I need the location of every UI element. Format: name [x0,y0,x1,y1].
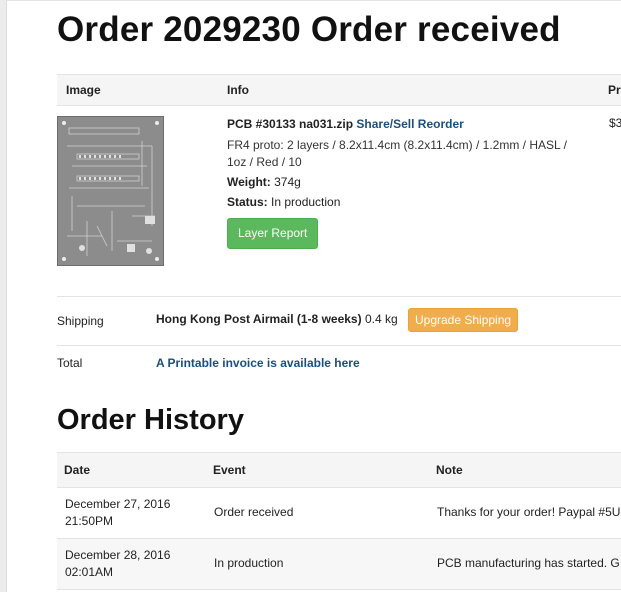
history-event: In production [214,556,284,570]
history-row: December 27, 2016 21:50PM Order received… [57,488,621,539]
history-header-date: Date [64,463,91,477]
item-info: PCB #30133 na031.zip Share/Sell Reorder … [227,116,587,249]
upgrade-shipping-button[interactable]: Upgrade Shipping [408,308,519,332]
history-date-time: 21:50PM [65,514,114,528]
shipping-method-name: Hong Kong Post Airmail (1-8 weeks) [156,312,362,326]
history-date: December 27, 2016 21:50PM [65,496,170,530]
history-date: December 28, 2016 02:01AM [65,547,170,581]
pcb-spec: FR4 proto: 2 layers / 8.2x11.4cm (8.2x11… [227,138,567,169]
share-sell-reorder-link[interactable]: Share/Sell Reorder [356,117,463,131]
header-price: Pr [608,83,621,97]
layer-report-button[interactable]: Layer Report [227,218,319,249]
order-table-header: Image Info Pr [57,74,621,106]
printable-invoice-link[interactable]: A Printable invoice is available here [156,356,360,370]
weight-value: 374g [274,175,301,189]
top-divider [6,0,621,1]
file-name: PCB #30133 na031.zip [227,117,354,131]
window-left-edge [0,0,7,592]
history-header: Date Event Note [57,452,621,488]
shipping-method: Hong Kong Post Airmail (1-8 weeks) 0.4 k… [156,312,398,326]
pcb-preview-image[interactable] [57,116,164,266]
history-date-day: December 28, 2016 [65,548,171,562]
weight-label: Weight: [227,175,271,189]
shipping-row: Shipping Hong Kong Post Airmail (1-8 wee… [57,297,621,346]
header-info: Info [227,83,249,97]
total-row: Total A Printable invoice is available h… [57,346,621,382]
total-label: Total [57,356,83,370]
history-note: PCB manufacturing has started. G [437,556,620,570]
order-history-title: Order History [57,404,244,436]
history-row: December 28, 2016 02:01AM In production … [57,539,621,590]
item-price: $3 [609,116,621,130]
order-item-row: PCB #30133 na031.zip Share/Sell Reorder … [57,106,621,297]
shipping-weight: 0.4 kg [364,312,398,326]
history-note: Thanks for your order! Paypal #5U [437,505,621,519]
history-header-note: Note [436,463,463,477]
history-date-time: 02:01AM [65,565,114,579]
history-date-day: December 27, 2016 [65,497,171,511]
shipping-label: Shipping [57,314,104,328]
order-table: Image Info Pr PCB #30133 na031.zip Share… [57,74,621,382]
status-value: In production [271,195,341,209]
history-event: Order received [214,505,294,519]
history-header-event: Event [213,463,246,477]
order-history-table: Date Event Note December 27, 2016 21:50P… [57,452,621,590]
header-image: Image [66,83,101,97]
page-title: Order 2029230 Order received [57,10,561,49]
status-label: Status: [227,195,268,209]
